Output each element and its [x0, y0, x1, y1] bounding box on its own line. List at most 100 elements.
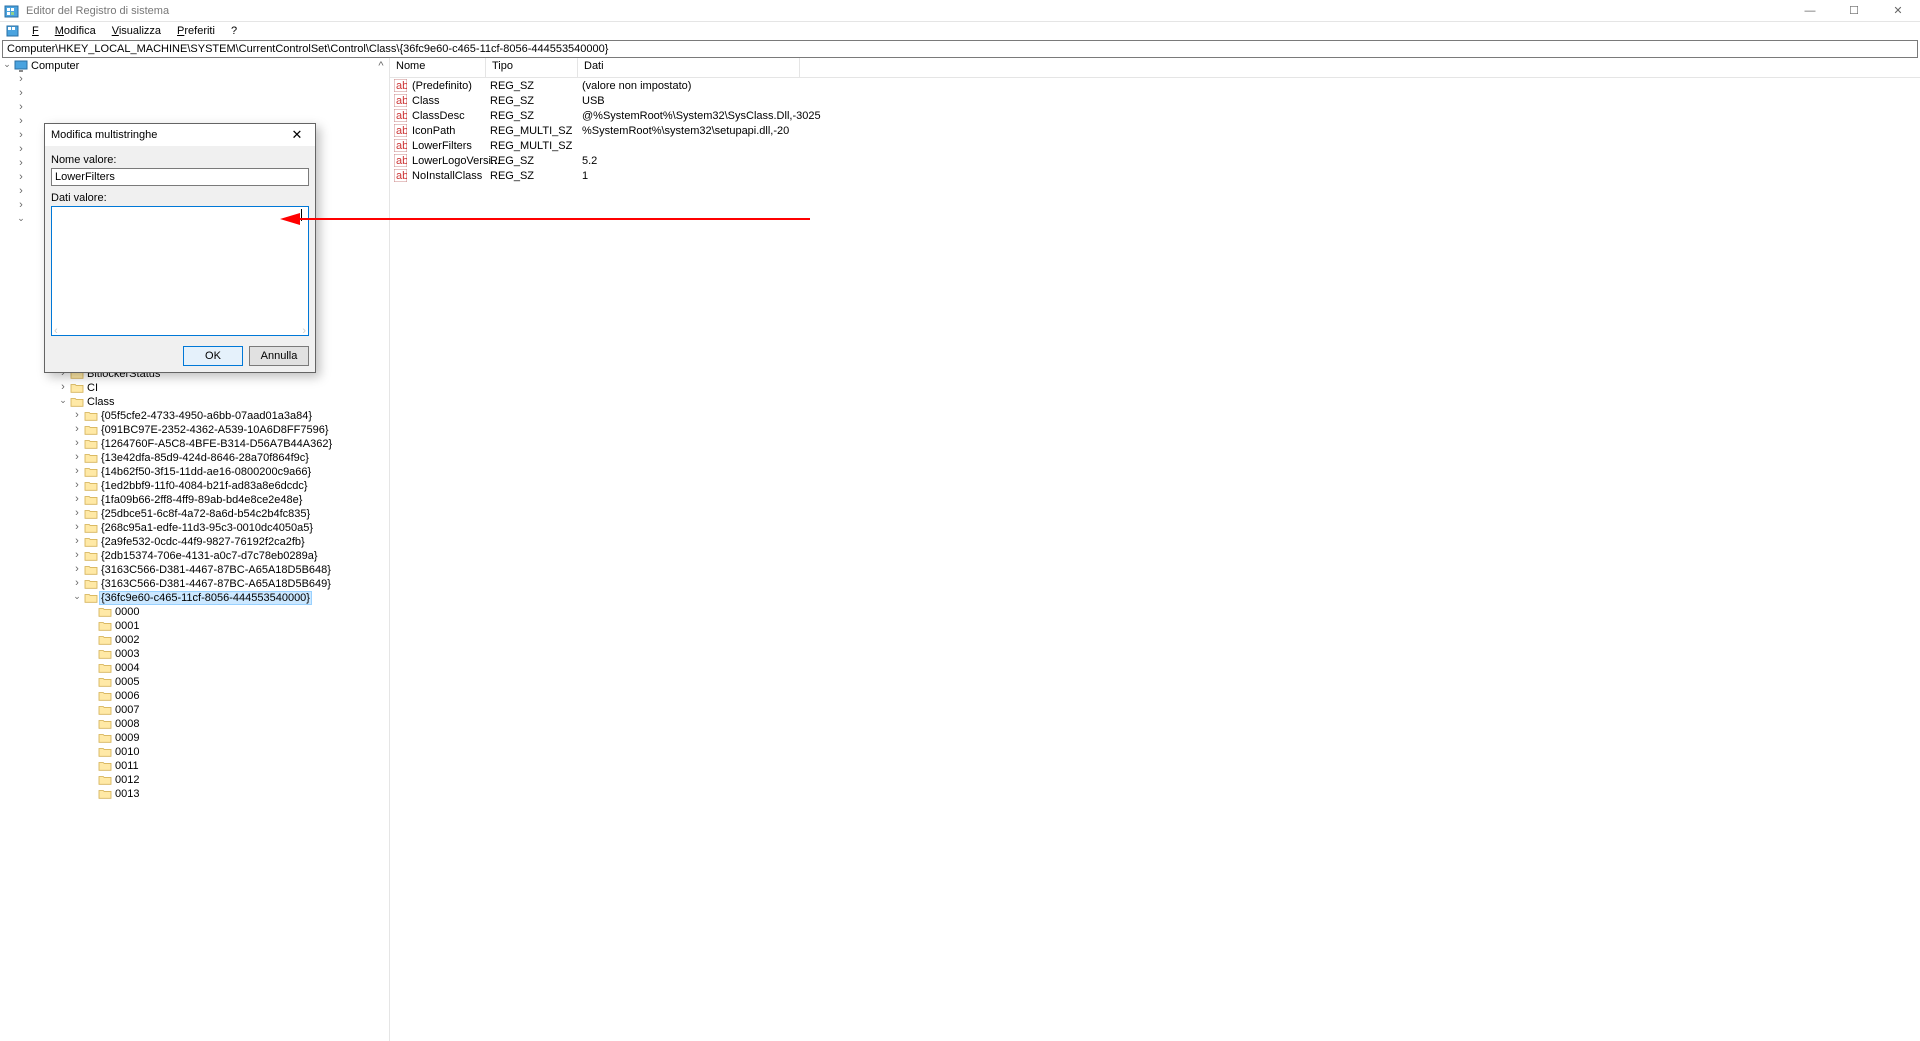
- column-name[interactable]: Nome: [390, 58, 486, 77]
- twisty-icon[interactable]: [70, 521, 84, 535]
- twisty-icon[interactable]: [70, 493, 84, 507]
- twisty-icon[interactable]: [14, 213, 28, 227]
- twisty-icon[interactable]: [14, 115, 28, 129]
- twisty-icon[interactable]: [0, 59, 14, 73]
- minimize-button[interactable]: —: [1788, 0, 1832, 22]
- twisty-icon[interactable]: [70, 549, 84, 563]
- twisty-icon[interactable]: [14, 73, 28, 87]
- list-row[interactable]: ab(Predefinito)REG_SZ(valore non imposta…: [390, 78, 1920, 93]
- maximize-button[interactable]: ☐: [1832, 0, 1876, 22]
- tree-item[interactable]: {36fc9e60-c465-11cf-8056-444553540000}: [0, 591, 389, 605]
- value-name-input[interactable]: [51, 168, 309, 186]
- tree-item[interactable]: Class: [0, 395, 389, 409]
- ok-button[interactable]: OK: [183, 346, 243, 366]
- twisty-icon[interactable]: [14, 101, 28, 115]
- tree-item[interactable]: {2db15374-706e-4131-a0c7-d7c78eb0289a}: [0, 549, 389, 563]
- twisty-icon[interactable]: [70, 479, 84, 493]
- tree-item[interactable]: {1ed2bbf9-11f0-4084-b21f-ad83a8e6dcdc}: [0, 479, 389, 493]
- tree-label: {268c95a1-edfe-11d3-95c3-0010dc4050a5}: [100, 522, 314, 534]
- column-data[interactable]: Dati: [578, 58, 800, 77]
- tree-item[interactable]: 0004: [0, 661, 389, 675]
- close-button[interactable]: ✕: [1876, 0, 1920, 22]
- menu-file[interactable]: F: [24, 24, 47, 38]
- twisty-icon[interactable]: [14, 199, 28, 213]
- list-row[interactable]: abLowerLogoVersi...REG_SZ5.2: [390, 153, 1920, 168]
- tree-item[interactable]: [0, 73, 389, 87]
- tree-item[interactable]: {13e42dfa-85d9-424d-8646-28a70f864f9c}: [0, 451, 389, 465]
- tree-item[interactable]: 0007: [0, 703, 389, 717]
- tree-item[interactable]: {14b62f50-3f15-11dd-ae16-0800200c9a66}: [0, 465, 389, 479]
- dialog-titlebar[interactable]: Modifica multistringhe ✕: [45, 124, 315, 146]
- tree-item[interactable]: 0013: [0, 787, 389, 801]
- address-bar[interactable]: Computer\HKEY_LOCAL_MACHINE\SYSTEM\Curre…: [2, 40, 1918, 58]
- tree-item[interactable]: [0, 101, 389, 115]
- cell-type: REG_SZ: [490, 170, 582, 182]
- tree-item[interactable]: [0, 87, 389, 101]
- tree-item[interactable]: {2a9fe532-0cdc-44f9-9827-76192f2ca2fb}: [0, 535, 389, 549]
- twisty-icon[interactable]: [70, 423, 84, 437]
- tree-item[interactable]: 0001: [0, 619, 389, 633]
- list-row[interactable]: abClassREG_SZUSB: [390, 93, 1920, 108]
- twisty-icon[interactable]: [70, 437, 84, 451]
- menu-view[interactable]: Visualizza: [104, 24, 169, 38]
- twisty-icon[interactable]: [70, 507, 84, 521]
- twisty-icon[interactable]: [70, 465, 84, 479]
- value-data-textarea[interactable]: ‹›: [51, 206, 309, 336]
- twisty-icon[interactable]: [14, 129, 28, 143]
- tree-item[interactable]: 0006: [0, 689, 389, 703]
- list-row[interactable]: abClassDescREG_SZ@%SystemRoot%\System32\…: [390, 108, 1920, 123]
- tree-item[interactable]: 0002: [0, 633, 389, 647]
- tree-item[interactable]: {268c95a1-edfe-11d3-95c3-0010dc4050a5}: [0, 521, 389, 535]
- tree-item[interactable]: {091BC97E-2352-4362-A539-10A6D8FF7596}: [0, 423, 389, 437]
- tree-item[interactable]: {3163C566-D381-4467-87BC-A65A18D5B649}: [0, 577, 389, 591]
- menu-edit[interactable]: Modifica: [47, 24, 104, 38]
- tree-item[interactable]: CI: [0, 381, 389, 395]
- list-row[interactable]: abNoInstallClassREG_SZ1: [390, 168, 1920, 183]
- twisty-icon[interactable]: [70, 409, 84, 423]
- svg-text:ab: ab: [396, 170, 407, 182]
- twisty-icon[interactable]: [70, 535, 84, 549]
- tree-item[interactable]: {05f5cfe2-4733-4950-a6bb-07aad01a3a84}: [0, 409, 389, 423]
- tree-item[interactable]: 0008: [0, 717, 389, 731]
- tree-item[interactable]: Computer: [0, 59, 389, 73]
- twisty-icon[interactable]: [70, 563, 84, 577]
- scroll-right-icon[interactable]: ›: [302, 325, 306, 335]
- menu-help[interactable]: ?: [223, 24, 245, 38]
- cell-type: REG_MULTI_SZ: [490, 125, 582, 137]
- tree-item[interactable]: 0009: [0, 731, 389, 745]
- twisty-icon[interactable]: [14, 87, 28, 101]
- twisty-icon[interactable]: [56, 381, 70, 395]
- twisty-icon[interactable]: [70, 577, 84, 591]
- twisty-icon[interactable]: [14, 143, 28, 157]
- twisty-icon[interactable]: [14, 171, 28, 185]
- list-row[interactable]: abLowerFiltersREG_MULTI_SZ: [390, 138, 1920, 153]
- svg-text:ab: ab: [396, 140, 407, 152]
- cancel-button[interactable]: Annulla: [249, 346, 309, 366]
- tree-item[interactable]: 0003: [0, 647, 389, 661]
- twisty-icon[interactable]: [70, 591, 84, 605]
- twisty-icon[interactable]: [14, 157, 28, 171]
- scroll-up-icon[interactable]: ^: [373, 58, 389, 74]
- dialog-close-button[interactable]: ✕: [285, 127, 309, 143]
- column-type[interactable]: Tipo: [486, 58, 578, 77]
- svg-text:ab: ab: [396, 95, 407, 107]
- twisty-icon[interactable]: [14, 185, 28, 199]
- tree-label: 0008: [114, 718, 140, 730]
- twisty-icon[interactable]: [70, 451, 84, 465]
- list-row[interactable]: abIconPathREG_MULTI_SZ%SystemRoot%\syste…: [390, 123, 1920, 138]
- scroll-left-icon[interactable]: ‹: [54, 325, 58, 335]
- string-value-icon: ab: [394, 124, 408, 138]
- tree-item[interactable]: 0000: [0, 605, 389, 619]
- tree-item[interactable]: {1fa09b66-2ff8-4ff9-89ab-bd4e8ce2e48e}: [0, 493, 389, 507]
- tree-item[interactable]: 0011: [0, 759, 389, 773]
- tree-item[interactable]: {3163C566-D381-4467-87BC-A65A18D5B648}: [0, 563, 389, 577]
- tree-item[interactable]: {25dbce51-6c8f-4a72-8a6d-b54c2b4fc835}: [0, 507, 389, 521]
- tree-item[interactable]: 0005: [0, 675, 389, 689]
- tree-item[interactable]: 0012: [0, 773, 389, 787]
- twisty-icon[interactable]: [56, 395, 70, 409]
- folder-icon: [84, 521, 98, 535]
- tree-item[interactable]: 0010: [0, 745, 389, 759]
- tree-item[interactable]: {1264760F-A5C8-4BFE-B314-D56A7B44A362}: [0, 437, 389, 451]
- tree-label: {1ed2bbf9-11f0-4084-b21f-ad83a8e6dcdc}: [100, 480, 309, 492]
- menu-favorites[interactable]: Preferiti: [169, 24, 223, 38]
